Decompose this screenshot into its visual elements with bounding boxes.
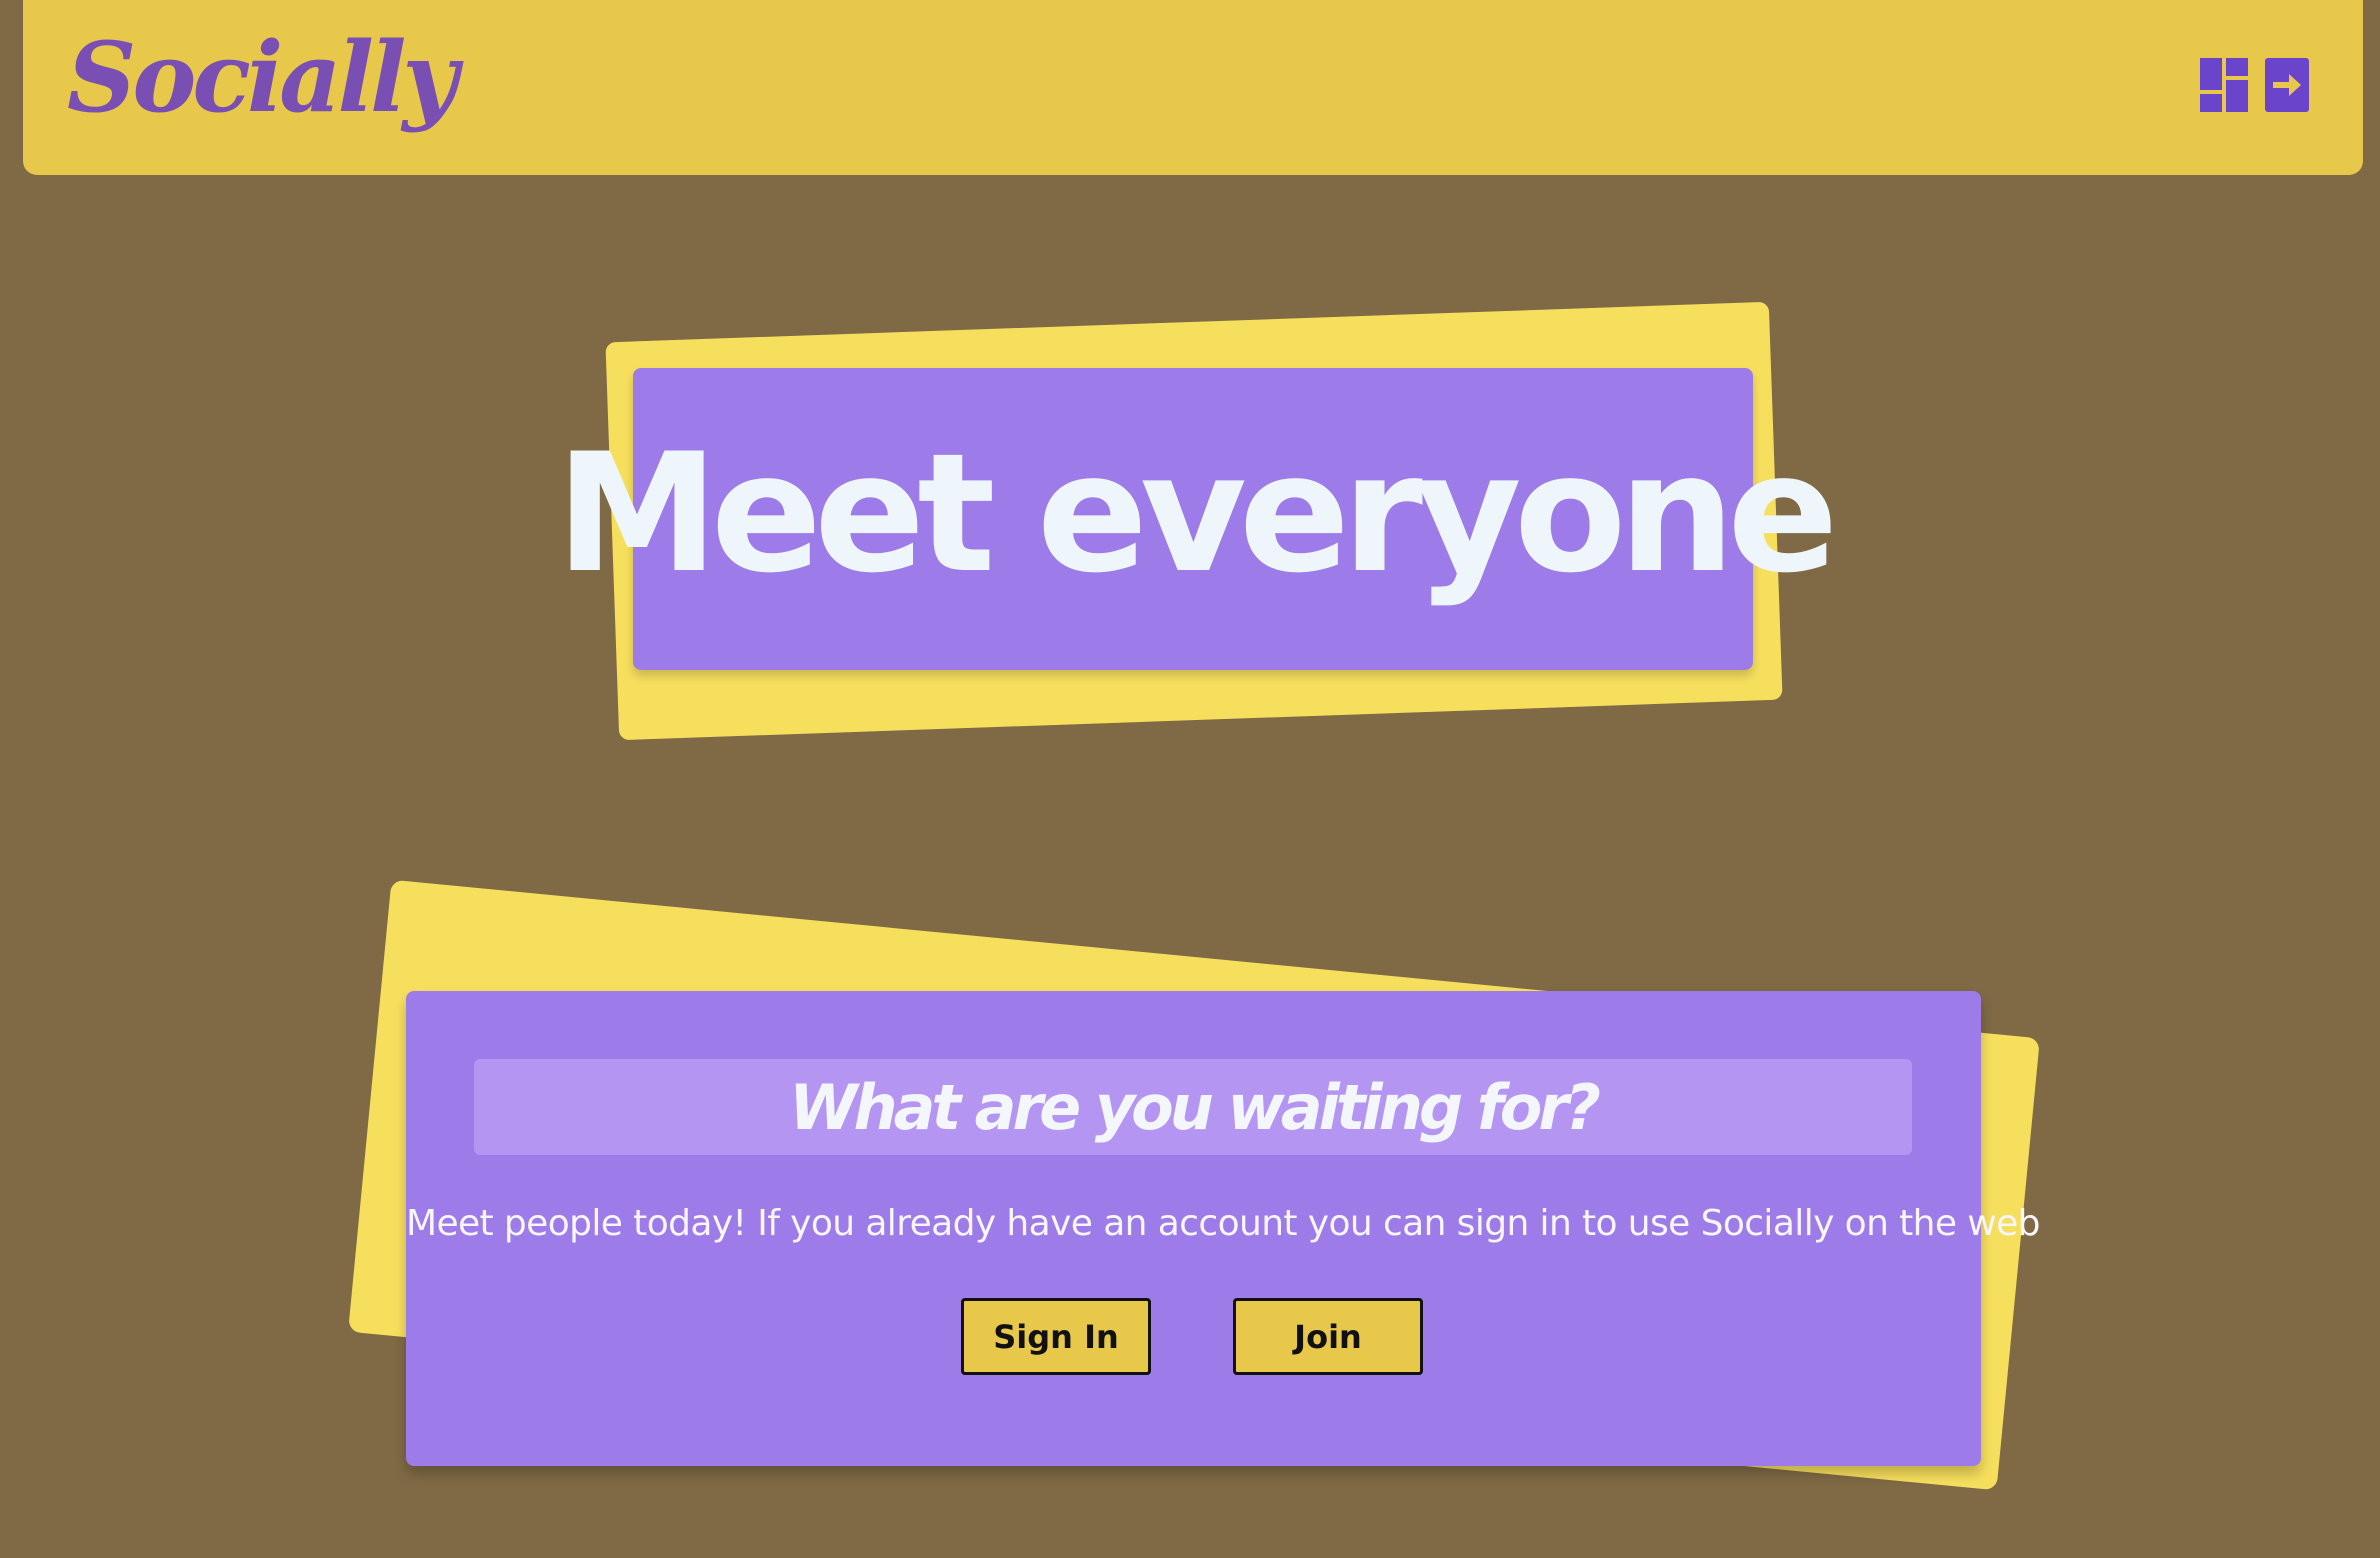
- join-button[interactable]: Join: [1233, 1298, 1423, 1375]
- hero-title: Meet everyone: [555, 418, 1839, 609]
- card-heading: What are you waiting for?: [789, 1070, 1601, 1144]
- sign-in-icon[interactable]: [2265, 58, 2313, 112]
- top-navbar: Socially: [23, 0, 2363, 175]
- socially-logo[interactable]: Socially: [67, 18, 458, 138]
- sign-in-button[interactable]: Sign In: [961, 1298, 1151, 1375]
- cta-card: What are you waiting for? Meet people to…: [406, 991, 2041, 1466]
- card-description: Meet people today! If you already have a…: [406, 1203, 2041, 1244]
- card-heading-bar: What are you waiting for?: [474, 1059, 1912, 1155]
- hero-panel: Meet everyone: [556, 368, 1838, 670]
- header-actions: [2200, 58, 2313, 112]
- dashboard-icon[interactable]: [2200, 58, 2248, 112]
